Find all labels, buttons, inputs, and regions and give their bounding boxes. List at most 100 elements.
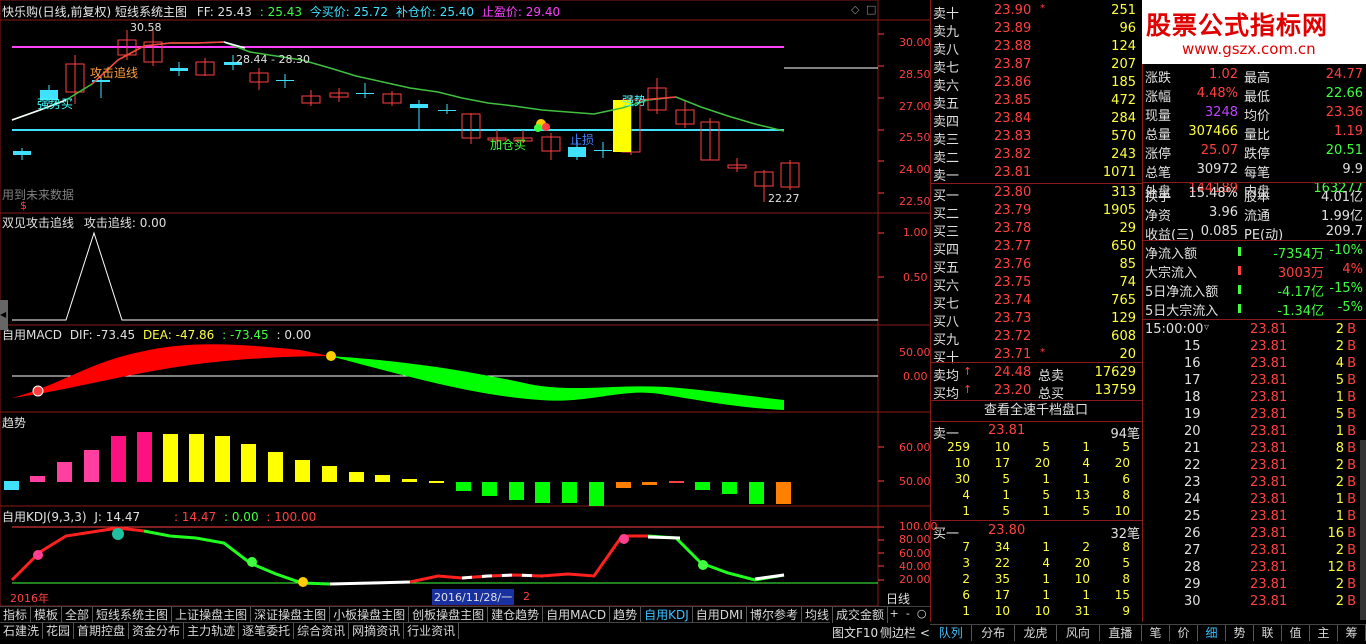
flow-pct: -10% xyxy=(1329,243,1363,258)
high-label: 30.58 xyxy=(130,21,162,34)
tab-info-7[interactable]: 网摘资讯 xyxy=(349,623,405,639)
buy-price: 今买价: 25.72 xyxy=(309,5,389,19)
tab-shi[interactable]: 势 xyxy=(1226,625,1254,641)
tab-info-2[interactable]: 首期控盘 xyxy=(74,623,130,639)
tab-xi[interactable]: 细 xyxy=(1198,625,1226,641)
sell-level[interactable]: 卖二 23.82 243 xyxy=(930,146,1142,166)
stat-value: 23.36 xyxy=(1325,105,1363,120)
tick-side: B xyxy=(1347,560,1356,575)
level-price: 23.81 xyxy=(994,165,1032,180)
tab-dragon[interactable]: 龙虎 xyxy=(1015,625,1058,641)
reset-button[interactable]: ○ xyxy=(917,607,927,622)
period-label[interactable]: 日线 xyxy=(886,590,930,606)
level-volume: 472 xyxy=(1111,93,1136,108)
kdj-white-line xyxy=(329,580,411,586)
tab-boll[interactable]: 博尔参考 xyxy=(747,607,802,623)
range-label: 28.44 - 28.30 xyxy=(236,53,310,66)
queue-cell: 20 xyxy=(1114,456,1130,470)
tab-amount[interactable]: 成交金额 xyxy=(833,607,888,623)
panel5-title: 自用KDJ(9,3,3) xyxy=(2,510,87,524)
close-icon[interactable]: □ xyxy=(866,3,876,16)
tab-distribution[interactable]: 分布 xyxy=(972,625,1015,641)
sell-level[interactable]: 卖七 23.87 207 xyxy=(930,56,1142,76)
tab-zhi[interactable]: 值 xyxy=(1282,625,1310,641)
scroll-left-button[interactable]: ◀ xyxy=(0,300,8,330)
tab-lian[interactable]: 联 xyxy=(1254,625,1282,641)
tab-small[interactable]: 小板操盘主图 xyxy=(330,607,410,623)
trend-bar xyxy=(84,450,99,482)
zoom-out-button[interactable]: - xyxy=(906,607,910,622)
tab-trend[interactable]: 趋势 xyxy=(610,607,642,623)
view-all-depth-button[interactable]: 查看全速千档盘口 xyxy=(930,401,1142,421)
tab-info-0[interactable]: 石建洗 xyxy=(0,623,44,639)
candle-body xyxy=(170,68,188,71)
buy-level[interactable]: 买九 23.72 608 xyxy=(930,328,1142,348)
tick-minute: 27 xyxy=(1184,543,1201,558)
tick-minute: 17 xyxy=(1184,373,1201,388)
sell-level[interactable]: 卖五 23.85 472 xyxy=(930,92,1142,112)
zoom-in-button[interactable]: + xyxy=(890,607,899,622)
buy-level[interactable]: 买三 23.78 29 xyxy=(930,220,1142,240)
sell-level[interactable]: 卖十 23.90 * 251 xyxy=(930,2,1142,22)
level-volume: 765 xyxy=(1111,293,1136,308)
candle-body xyxy=(356,93,374,94)
tab-info-6[interactable]: 综合资讯 xyxy=(294,623,350,639)
tab-kdj[interactable]: 自用KDJ xyxy=(641,607,693,623)
tick-scrollbar[interactable] xyxy=(1360,440,1366,620)
tab-info-1[interactable]: 花园 xyxy=(43,623,75,639)
queue-cell: 17 xyxy=(994,456,1010,470)
tab-jia[interactable]: 价 xyxy=(1170,625,1198,641)
tab-wind[interactable]: 风向 xyxy=(1057,625,1100,641)
flow-pct: -5% xyxy=(1337,300,1363,315)
sell-level[interactable]: 卖八 23.88 124 xyxy=(930,38,1142,58)
sell-level[interactable]: 卖六 23.86 185 xyxy=(930,74,1142,94)
tab-template[interactable]: 模板 xyxy=(31,607,63,623)
queue-cell: 9 xyxy=(1122,604,1130,618)
tab-chou[interactable]: 筹 xyxy=(1338,625,1366,641)
buy-level[interactable]: 买八 23.73 129 xyxy=(930,310,1142,330)
flow-label: 大宗流入 xyxy=(1145,266,1198,281)
buy-level[interactable]: 买一 23.80 313 xyxy=(930,184,1142,204)
sell-level[interactable]: 卖四 23.84 284 xyxy=(930,110,1142,130)
tab-zhu[interactable]: 主 xyxy=(1310,625,1338,641)
tab-bi[interactable]: 笔 xyxy=(1142,625,1170,641)
sidebar-toggle-button[interactable]: 侧边栏 < xyxy=(880,624,930,641)
level-price: 23.79 xyxy=(994,203,1032,218)
tab-dmi[interactable]: 自用DMI xyxy=(693,607,747,623)
tick-row: 20 23.81 1 B xyxy=(1142,423,1366,440)
tab-indicator[interactable]: 指标 xyxy=(0,607,32,623)
chart-area[interactable]: 快乐购(日线,前复权) 短线系统主图 FF: 25.43 : 25.43 今买价… xyxy=(0,0,938,606)
tab-ma[interactable]: 均线 xyxy=(802,607,833,623)
level-volume: 570 xyxy=(1111,129,1136,144)
tab-sz[interactable]: 深证操盘主图 xyxy=(251,607,331,623)
stop-loss-label: 止损 xyxy=(570,133,595,147)
buy-level[interactable]: 买二 23.79 1905 xyxy=(930,202,1142,222)
sell-level[interactable]: 卖一 23.81 1071 xyxy=(930,164,1142,184)
buy-level[interactable]: 买五 23.76 85 xyxy=(930,256,1142,276)
tab-short-system[interactable]: 短线系统主图 xyxy=(93,607,173,623)
tab-info-8[interactable]: 行业资讯 xyxy=(404,623,460,639)
tab-info-4[interactable]: 主力轨迹 xyxy=(184,623,240,639)
buy-level[interactable]: 买六 23.75 74 xyxy=(930,274,1142,294)
tab-gem[interactable]: 创板操盘主图 xyxy=(409,607,489,623)
queue-cell: 8 xyxy=(1122,488,1130,502)
tab-macd[interactable]: 自用MACD xyxy=(543,607,611,623)
f10-button[interactable]: 图文F10 xyxy=(832,624,878,641)
tab-sh[interactable]: 上证操盘主图 xyxy=(172,607,252,623)
indicator-tabs: 指标 模板 全部 短线系统主图 上证操盘主图 深证操盘主图 小板操盘主图 创板操盘主图 建仓趋势… xyxy=(0,606,930,623)
sell-level[interactable]: 卖九 23.89 96 xyxy=(930,20,1142,40)
tab-info-5[interactable]: 逐笔委托 xyxy=(239,623,295,639)
tab-all[interactable]: 全部 xyxy=(62,607,94,623)
sell-level[interactable]: 卖三 23.83 570 xyxy=(930,128,1142,148)
tab-info-3[interactable]: 资金分布 xyxy=(129,623,185,639)
tab-queue[interactable]: 队列 xyxy=(930,625,973,641)
level-volume: 124 xyxy=(1111,39,1136,54)
tick-volume: 2 xyxy=(1335,577,1344,592)
tick-volume: 2 xyxy=(1335,594,1344,609)
tab-live[interactable]: 直播 xyxy=(1100,625,1143,641)
level-volume: 185 xyxy=(1111,75,1136,90)
diamond-icon[interactable]: ◇ xyxy=(851,3,859,16)
buy-level[interactable]: 买七 23.74 765 xyxy=(930,292,1142,312)
tab-trend-build[interactable]: 建仓趋势 xyxy=(488,607,544,623)
buy-level[interactable]: 买四 23.77 650 xyxy=(930,238,1142,258)
